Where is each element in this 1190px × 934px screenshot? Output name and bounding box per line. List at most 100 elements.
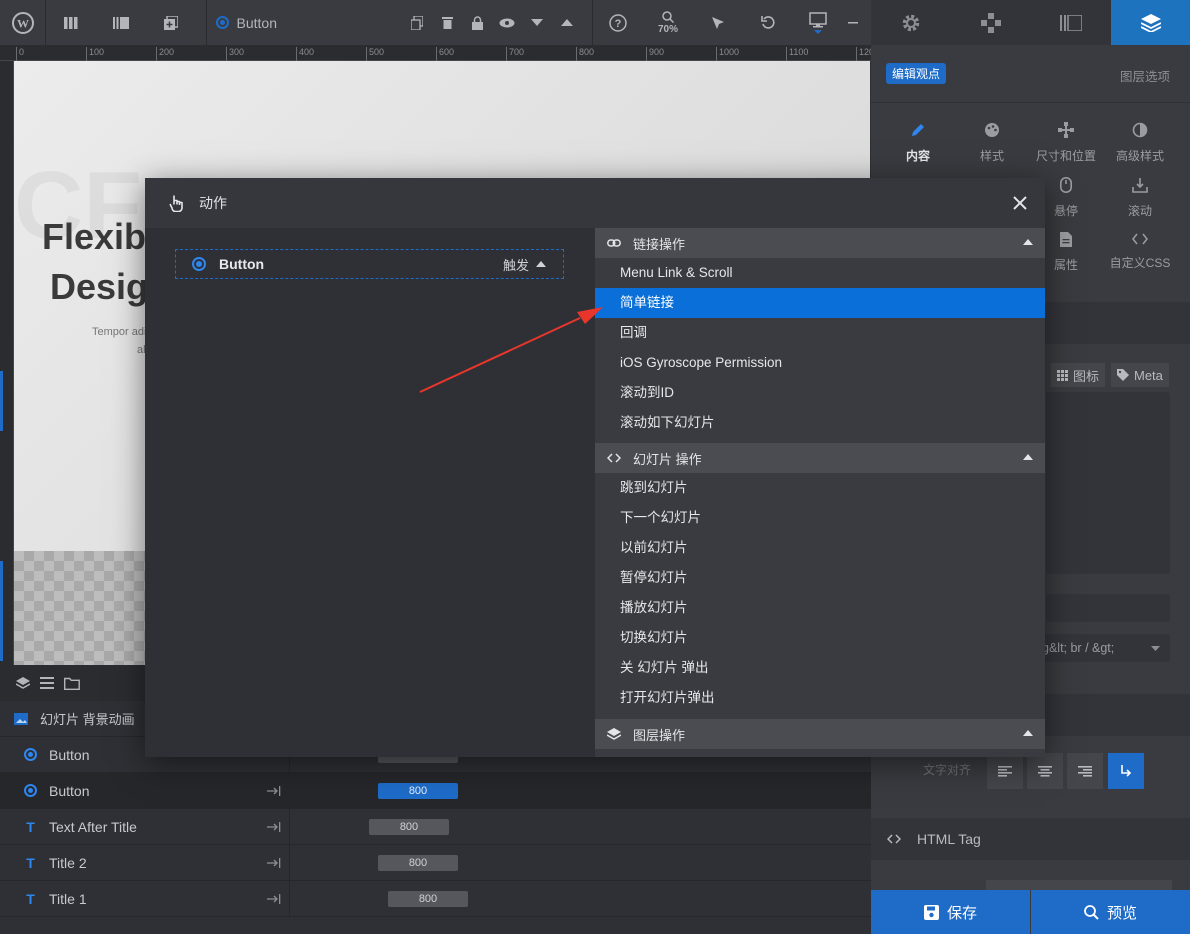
align-center-button[interactable] [1027, 753, 1063, 789]
edit-view-badge[interactable]: 编辑观点 [886, 63, 947, 84]
subtab-item[interactable]: 内容 [880, 122, 956, 164]
triangle-down-icon[interactable] [522, 0, 552, 45]
tab-navigation[interactable] [951, 0, 1031, 45]
ruler-mark: 700 [506, 47, 524, 61]
subtab-item[interactable]: 高级样式 [1102, 122, 1178, 164]
subtab-item[interactable]: 滚动 [1102, 177, 1178, 219]
copy-icon[interactable] [402, 0, 432, 45]
close-icon[interactable] [1013, 196, 1027, 210]
subtab-label: 自定义CSS [1109, 256, 1171, 270]
tab-layers[interactable] [1111, 0, 1190, 45]
caret-up-icon [1023, 730, 1033, 736]
action-item[interactable]: 播放幻灯片 [595, 593, 1045, 623]
trigger-label[interactable]: 触发 [503, 255, 529, 274]
timeline-row[interactable]: T Title 2 800 [0, 844, 871, 881]
preview-button[interactable]: 预览 [1031, 890, 1190, 934]
line-break-select[interactable]: g&lt; br / &gt; [1036, 634, 1170, 662]
radio-icon [215, 16, 229, 29]
trash-icon[interactable] [432, 0, 462, 45]
action-item[interactable]: 滚动到ID [595, 378, 1045, 408]
modal-header: 动作 [145, 178, 1045, 228]
action-item[interactable]: 以前幻灯片 [595, 533, 1045, 563]
arrow-to-end-icon[interactable] [267, 785, 281, 796]
html-tag-select[interactable] [986, 880, 1172, 890]
action-group-header[interactable]: 链接操作 [595, 228, 1045, 258]
text-icon: T [26, 854, 35, 871]
align-right-icon [1078, 765, 1092, 777]
library-icon[interactable] [96, 0, 146, 45]
zoom-control[interactable]: 70% [643, 0, 693, 45]
ruler-mark: 400 [296, 47, 314, 61]
timeline-row[interactable]: T Title 1 800 [0, 880, 871, 917]
timeline-row[interactable]: T Text After Title 800 [0, 808, 871, 845]
action-item[interactable]: 跳到幻灯片 [595, 473, 1045, 503]
tab-settings[interactable] [871, 0, 951, 45]
layers-icon[interactable] [16, 676, 30, 690]
help-icon[interactable]: ? [593, 0, 643, 45]
action-item[interactable]: 暂停幻灯片 [595, 563, 1045, 593]
align-inherit-button[interactable] [1108, 753, 1144, 789]
gear-icon [902, 14, 920, 31]
arrow-to-end-icon[interactable] [267, 893, 281, 904]
action-item[interactable]: 简单链接 [595, 288, 1045, 318]
tab-slides[interactable] [1031, 0, 1111, 45]
text-input[interactable] [1046, 594, 1170, 622]
action-item[interactable]: 打开幻灯片弹出 [595, 683, 1045, 713]
align-right-button[interactable] [1067, 753, 1103, 789]
text-content-editor[interactable] [1046, 392, 1170, 574]
add-layer-icon[interactable] [146, 0, 196, 45]
list-icon[interactable] [40, 677, 54, 689]
arrow-to-end-icon[interactable] [267, 821, 281, 832]
slides-icon [1060, 14, 1082, 31]
subtab-item[interactable]: 样式 [954, 122, 1030, 164]
align-left-button[interactable] [987, 753, 1023, 789]
layer-action-row[interactable]: Button 触发 [175, 249, 564, 279]
timeline-bar[interactable]: 800 [388, 891, 468, 907]
columns-icon[interactable] [46, 0, 96, 45]
arrow-turn-icon [1121, 765, 1132, 777]
action-item[interactable]: 滚动如下幻灯片 [595, 408, 1045, 438]
subtab-label: 悬停 [1053, 204, 1078, 218]
code-icon [607, 453, 621, 463]
save-button[interactable]: 保存 [871, 890, 1030, 934]
timeline-bar[interactable]: 800 [378, 855, 458, 871]
chip-icons[interactable]: 图标 [1051, 363, 1106, 387]
timeline-bar[interactable]: 800 [369, 819, 449, 835]
timeline-row[interactable]: Button 800 [0, 772, 871, 809]
action-item[interactable]: iOS Gyroscope Permission [595, 348, 1045, 378]
triangle-up-icon[interactable] [552, 0, 582, 45]
align-left-icon [998, 765, 1012, 777]
subtab-item[interactable]: 自定义CSS [1102, 232, 1178, 271]
hero-title-line2: Desig [50, 266, 149, 307]
action-group-header[interactable]: 幻灯片 操作 [595, 443, 1045, 473]
action-item[interactable]: 下一个幻灯片 [595, 503, 1045, 533]
pointer-hand-icon [169, 195, 183, 212]
action-item[interactable]: 回调 [595, 318, 1045, 348]
eye-icon[interactable] [492, 0, 522, 45]
save-icon [923, 904, 939, 920]
ruler-mark: 900 [646, 47, 664, 61]
tag-icon [1117, 369, 1129, 381]
action-item[interactable]: 切换幻灯片 [595, 623, 1045, 653]
html-tag-section[interactable]: HTML Tag [871, 818, 1190, 860]
action-item[interactable]: Menu Link & Scroll [595, 258, 1045, 288]
caret-up-icon[interactable] [536, 261, 546, 267]
selected-layer-indicator[interactable]: Button [207, 0, 277, 45]
caret-up-icon [1023, 454, 1033, 460]
chip-meta[interactable]: Meta [1111, 363, 1169, 387]
minus-icon[interactable] [843, 0, 863, 45]
cursor-icon[interactable] [693, 0, 743, 45]
subtab-item[interactable]: 尺寸和位置 [1028, 122, 1104, 164]
layers-icon [1140, 13, 1161, 32]
timeline-bar[interactable]: 800 [378, 783, 458, 799]
desktop-icon[interactable] [793, 0, 843, 45]
layer-options-label[interactable]: 图层选项 [1120, 66, 1170, 85]
arrow-to-end-icon[interactable] [267, 857, 281, 868]
lock-icon[interactable] [462, 0, 492, 45]
grid-icon [1057, 369, 1068, 381]
action-item[interactable]: 关 幻灯片 弹出 [595, 653, 1045, 683]
undo-icon[interactable] [743, 0, 793, 45]
action-group-header[interactable]: 图层操作 [595, 719, 1045, 749]
folder-icon[interactable] [64, 677, 80, 690]
wordpress-icon[interactable]: W [0, 0, 45, 45]
